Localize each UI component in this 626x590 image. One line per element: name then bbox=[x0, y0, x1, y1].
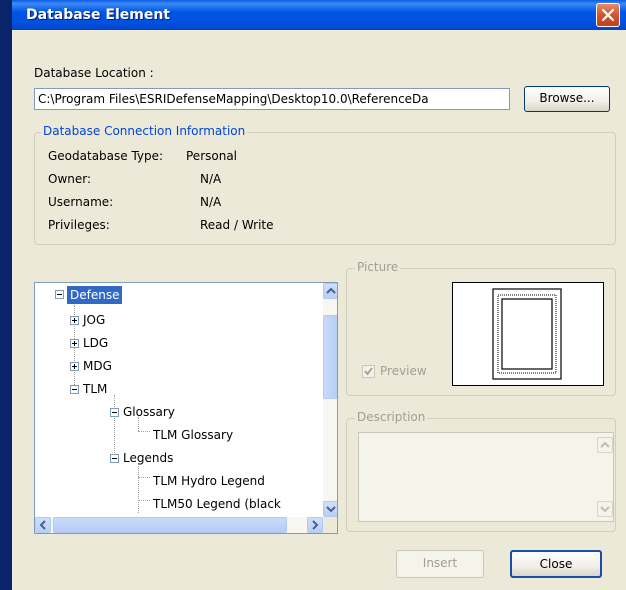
insert-button[interactable]: Insert bbox=[396, 550, 484, 578]
chevron-up-icon bbox=[600, 441, 610, 448]
tree-node-jog[interactable]: JOG bbox=[83, 311, 105, 329]
window-close-button[interactable] bbox=[596, 3, 620, 27]
tree-node-defense[interactable]: Defense bbox=[67, 286, 123, 304]
scroll-left-button[interactable] bbox=[35, 517, 51, 533]
tree-line bbox=[138, 431, 150, 433]
tree-horizontal-scrollbar[interactable] bbox=[35, 517, 323, 533]
picture-legend: Picture bbox=[355, 260, 401, 274]
collapse-icon[interactable] bbox=[55, 290, 64, 299]
tree-vertical-scrollbar[interactable] bbox=[323, 283, 337, 517]
checkmark-icon bbox=[364, 367, 373, 376]
tree-node-tlm[interactable]: TLM bbox=[83, 380, 107, 398]
tree-line bbox=[138, 500, 150, 502]
collapse-icon[interactable] bbox=[70, 385, 79, 394]
desc-scroll-up-button[interactable] bbox=[597, 437, 613, 453]
expand-icon[interactable] bbox=[70, 362, 79, 371]
scrollbar-corner bbox=[323, 517, 337, 533]
tree-line bbox=[138, 463, 140, 513]
close-button[interactable]: Close bbox=[510, 550, 602, 578]
collapse-icon[interactable] bbox=[110, 454, 119, 463]
tree-line bbox=[138, 477, 150, 479]
picture-preview-image bbox=[452, 282, 604, 386]
tree-line bbox=[114, 395, 116, 461]
tree-node-mdg[interactable]: MDG bbox=[83, 357, 112, 375]
tree-node-tlm50-legend[interactable]: TLM50 Legend (black bbox=[153, 495, 281, 513]
username-value: N/A bbox=[200, 195, 222, 209]
chevron-down-icon bbox=[326, 506, 336, 513]
horizontal-scroll-thumb[interactable] bbox=[53, 517, 287, 533]
browse-button[interactable]: Browse... bbox=[524, 86, 610, 112]
database-location-label: Database Location : bbox=[34, 66, 154, 80]
preview-checkbox[interactable] bbox=[362, 365, 375, 378]
chevron-right-icon bbox=[312, 520, 319, 530]
chevron-left-icon bbox=[39, 520, 46, 530]
window-title: Database Element bbox=[26, 7, 170, 23]
description-legend: Description bbox=[355, 410, 428, 424]
owner-label: Owner: bbox=[48, 172, 92, 186]
scroll-up-button[interactable] bbox=[323, 283, 337, 299]
vertical-scroll-thumb[interactable] bbox=[323, 315, 337, 399]
privileges-value: Read / Write bbox=[200, 218, 274, 232]
privileges-label: Privileges: bbox=[48, 218, 110, 232]
expand-icon[interactable] bbox=[70, 316, 79, 325]
database-element-dialog: Database Element Database Location : C:\… bbox=[12, 0, 626, 590]
chevron-up-icon bbox=[326, 287, 336, 294]
page-layout-icon bbox=[492, 288, 562, 380]
element-tree[interactable]: Defense JOG LDG MDG TLM Glossary TLM Glo… bbox=[34, 282, 338, 534]
database-location-field[interactable]: C:\Program Files\ESRIDefenseMapping\Desk… bbox=[34, 88, 510, 110]
desc-scroll-down-button[interactable] bbox=[597, 501, 613, 517]
tree-node-ldg[interactable]: LDG bbox=[83, 334, 108, 352]
preview-label: Preview bbox=[380, 364, 427, 378]
tree-node-legends[interactable]: Legends bbox=[123, 449, 173, 467]
close-icon bbox=[601, 8, 615, 22]
geodatabase-type-label: Geodatabase Type: bbox=[48, 149, 164, 163]
collapse-icon[interactable] bbox=[110, 408, 119, 417]
chevron-down-icon bbox=[600, 506, 610, 513]
username-label: Username: bbox=[48, 195, 114, 209]
title-bar[interactable]: Database Element bbox=[12, 0, 626, 30]
geodatabase-type-value: Personal bbox=[186, 149, 238, 163]
expand-icon[interactable] bbox=[70, 339, 79, 348]
tree-node-tlm-glossary[interactable]: TLM Glossary bbox=[153, 426, 233, 444]
owner-value: N/A bbox=[200, 172, 222, 186]
connection-info-legend: Database Connection Information bbox=[41, 124, 248, 138]
tree-node-tlm-hydro-legend[interactable]: TLM Hydro Legend bbox=[153, 472, 265, 490]
scroll-down-button[interactable] bbox=[323, 501, 337, 517]
description-textbox[interactable] bbox=[358, 432, 614, 522]
scroll-right-button[interactable] bbox=[307, 517, 323, 533]
tree-node-glossary[interactable]: Glossary bbox=[123, 403, 175, 421]
